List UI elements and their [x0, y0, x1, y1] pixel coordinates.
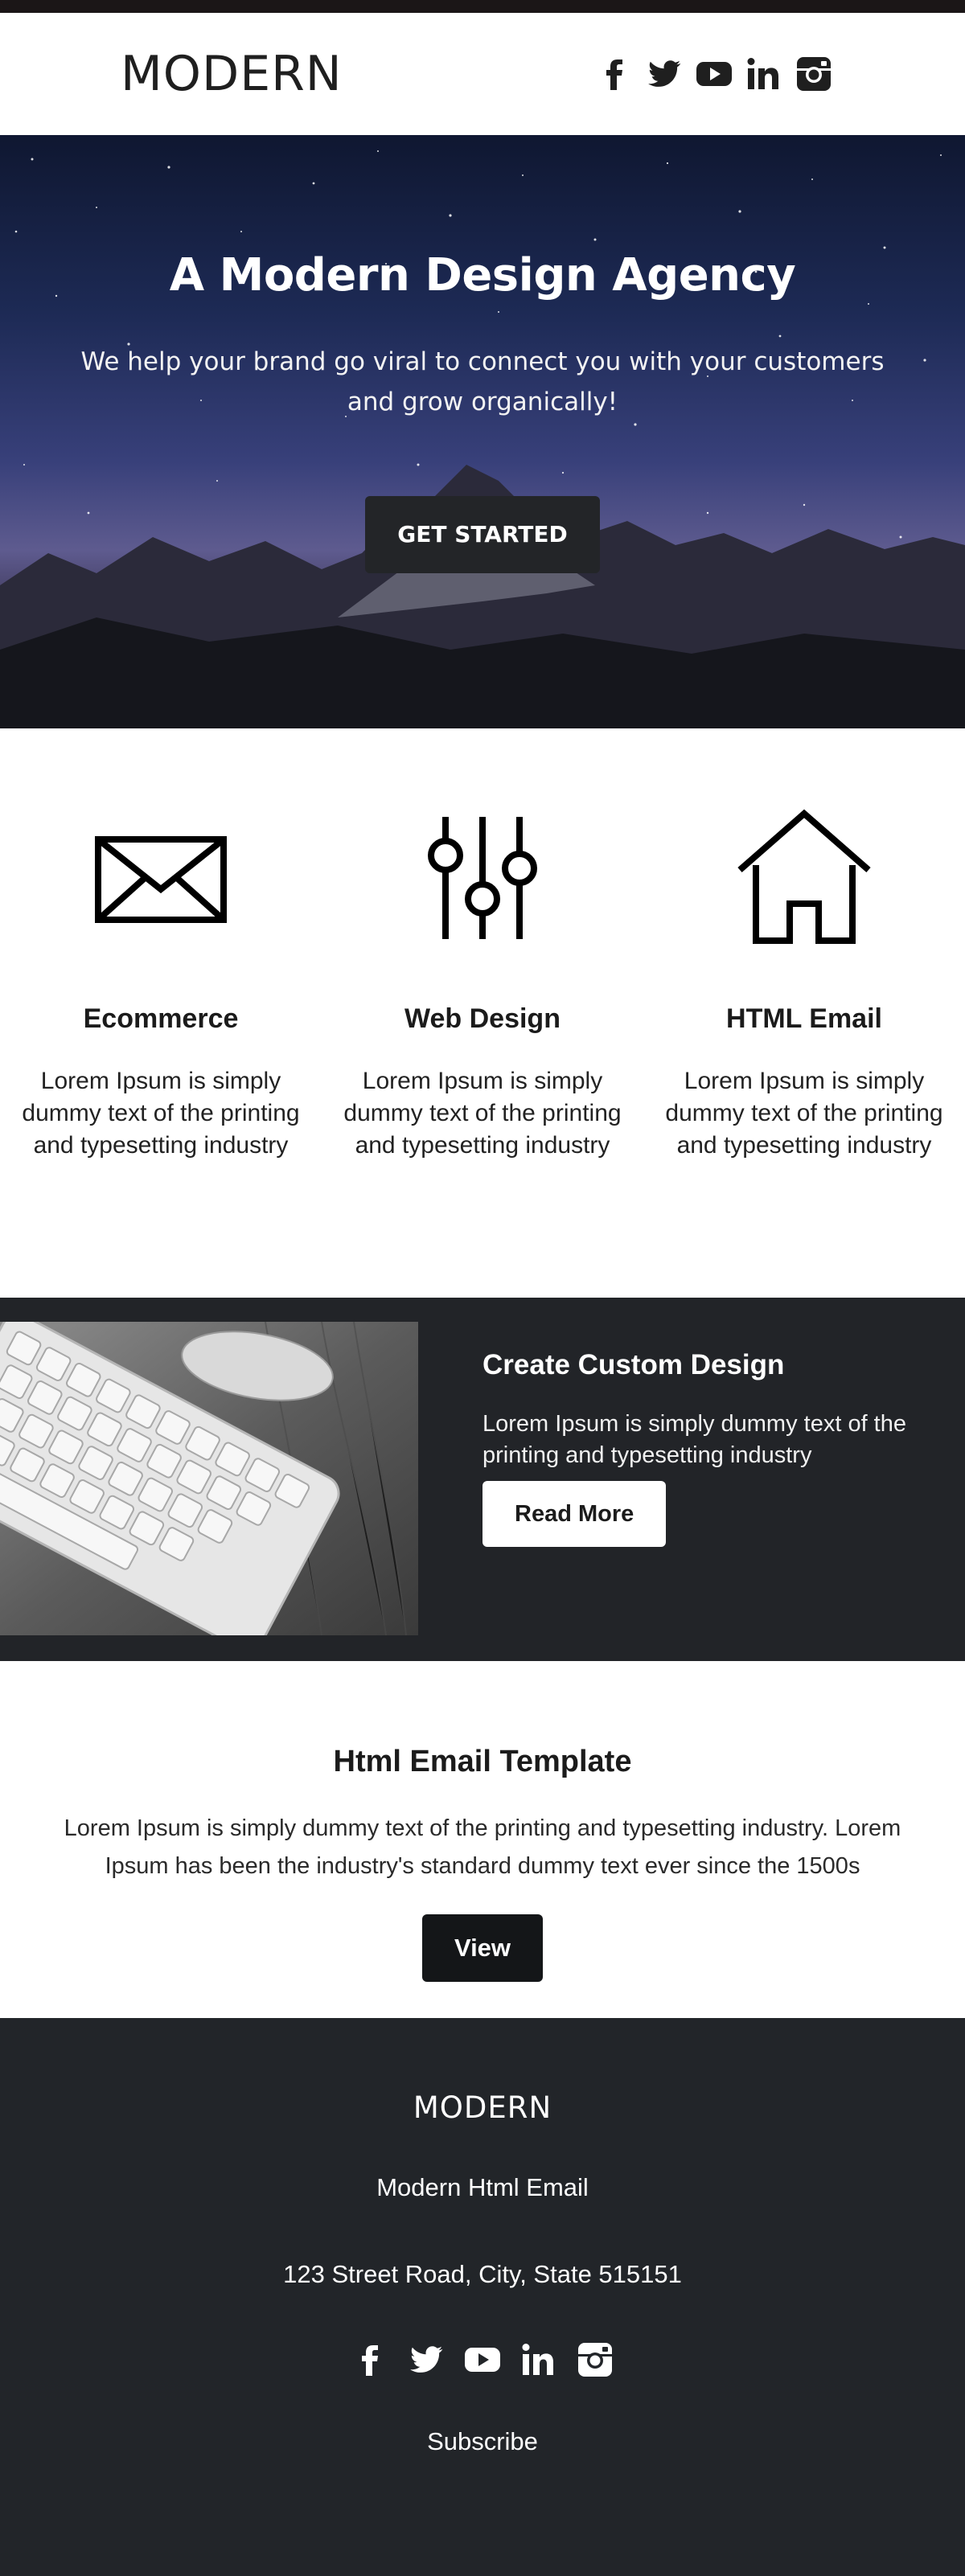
service-text: Lorem Ipsum is simply dummy text of the …: [665, 1068, 943, 1159]
linkedin-icon[interactable]: [519, 2340, 558, 2379]
house-icon: [663, 809, 946, 947]
facebook-icon[interactable]: [595, 55, 634, 93]
twitter-icon[interactable]: [407, 2340, 446, 2379]
youtube-icon[interactable]: [463, 2340, 502, 2379]
footer-social-links: [0, 2340, 965, 2379]
service-title: HTML Email: [726, 1003, 882, 1034]
subscribe-link[interactable]: Subscribe: [427, 2427, 538, 2456]
linkedin-icon[interactable]: [745, 55, 783, 93]
view-button[interactable]: View: [421, 1914, 544, 1982]
html-email-template-section: Html Email Template Lorem Ipsum is simpl…: [0, 1661, 965, 2018]
logo[interactable]: MODERN: [121, 46, 343, 102]
youtube-icon[interactable]: [695, 55, 733, 93]
get-started-button[interactable]: GET STARTED: [365, 496, 600, 573]
footer-logo[interactable]: MODERN: [0, 2018, 965, 2125]
services-section: Ecommerce Lorem Ipsum is simply dummy te…: [0, 728, 965, 1298]
facebook-icon[interactable]: [351, 2340, 389, 2379]
custom-design-section: Create Custom Design Lorem Ipsum is simp…: [0, 1298, 965, 1661]
hero-title: A Modern Design Agency: [169, 249, 796, 301]
keyboard-mouse-photo: [0, 1322, 418, 1635]
hero-subtitle: We help your brand go viral to connect y…: [80, 347, 885, 416]
footer: MODERN Modern Html Email 123 Street Road…: [0, 2018, 965, 2576]
twitter-icon[interactable]: [645, 55, 684, 93]
header-social-links: [595, 55, 833, 93]
service-card-ecommerce: Ecommerce Lorem Ipsum is simply dummy te…: [19, 809, 302, 1298]
service-card-html-email: HTML Email Lorem Ipsum is simply dummy t…: [663, 809, 946, 1298]
instagram-icon[interactable]: [576, 2340, 614, 2379]
footer-address: 123 Street Road, City, State 515151: [283, 2260, 682, 2288]
service-title: Ecommerce: [83, 1003, 239, 1034]
custom-design-content: Create Custom Design Lorem Ipsum is simp…: [482, 1349, 933, 1547]
read-more-button[interactable]: Read More: [482, 1481, 667, 1547]
custom-design-title: Create Custom Design: [482, 1349, 785, 1380]
custom-design-text: Lorem Ipsum is simply dummy text of the …: [482, 1411, 906, 1468]
template-text: Lorem Ipsum is simply dummy text of the …: [64, 1815, 901, 1879]
service-card-web-design: Web Design Lorem Ipsum is simply dummy t…: [341, 809, 624, 1298]
footer-tagline: Modern Html Email: [376, 2173, 589, 2201]
top-bar: [0, 0, 965, 13]
service-title: Web Design: [404, 1003, 561, 1034]
header: MODERN: [0, 13, 965, 135]
envelope-icon: [19, 809, 302, 947]
service-text: Lorem Ipsum is simply dummy text of the …: [22, 1068, 300, 1159]
service-text: Lorem Ipsum is simply dummy text of the …: [343, 1068, 622, 1159]
template-title: Html Email Template: [333, 1745, 632, 1778]
hero-section: A Modern Design Agency We help your bran…: [0, 135, 965, 728]
sliders-icon: [341, 809, 624, 947]
instagram-icon[interactable]: [795, 55, 833, 93]
